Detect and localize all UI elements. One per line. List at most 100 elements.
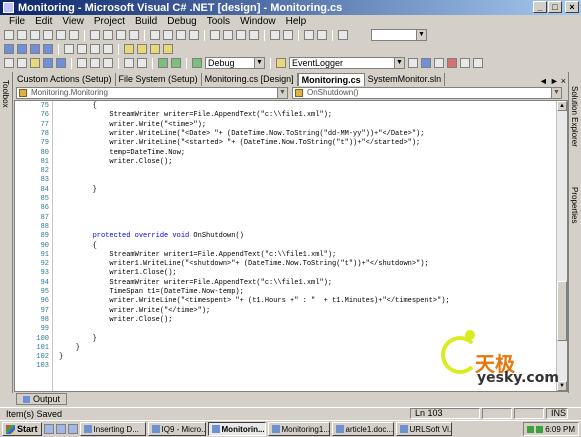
navigate-forward-icon[interactable] xyxy=(171,58,181,68)
toolbox-label[interactable]: Toolbox xyxy=(1,80,10,108)
navigate-back-icon[interactable] xyxy=(158,58,168,68)
menu-view[interactable]: View xyxy=(57,16,89,27)
minimize-button[interactable]: _ xyxy=(533,1,547,13)
menu-project[interactable]: Project xyxy=(89,16,130,27)
tray-network-icon[interactable] xyxy=(527,425,535,433)
code-text[interactable]: writer.Close(); xyxy=(59,316,172,325)
hspace-increase-icon[interactable] xyxy=(163,30,173,40)
code-text[interactable]: } xyxy=(59,186,97,195)
center-horizontal-icon[interactable] xyxy=(270,30,280,40)
code-text[interactable]: { xyxy=(59,242,97,251)
properties-icon[interactable] xyxy=(434,58,444,68)
code-text[interactable]: TimeSpan t1=(DateTime.Now-temp); xyxy=(59,288,243,297)
uncomment-icon[interactable] xyxy=(103,44,113,54)
bookmark-clear-icon[interactable] xyxy=(163,44,173,54)
align-top-icon[interactable] xyxy=(43,30,53,40)
task-article1[interactable]: article1.doc... xyxy=(331,422,394,436)
task-monitoring[interactable]: Monitorin... xyxy=(207,422,266,436)
quick-info-icon[interactable] xyxy=(30,44,40,54)
task-iq9[interactable]: IQ9 - Micro... xyxy=(147,422,206,436)
menu-edit[interactable]: Edit xyxy=(30,16,57,27)
code-text[interactable]: writer.WriteLine("<timespent> "+ (t1.Hou… xyxy=(59,297,449,306)
align-right-icon[interactable] xyxy=(30,30,40,40)
startup-project-select[interactable]: EventLogger ▼ xyxy=(289,57,405,69)
code-text[interactable]: { xyxy=(59,102,97,111)
align-bottom-icon[interactable] xyxy=(69,30,79,40)
menu-help[interactable]: Help xyxy=(281,16,312,27)
tray-volume-icon[interactable] xyxy=(536,425,544,433)
start-debug-icon[interactable] xyxy=(192,58,202,68)
tab-scroll-right-icon[interactable]: ► xyxy=(550,76,559,86)
bookmark-prev-icon[interactable] xyxy=(150,44,160,54)
properties-tab[interactable]: Properties xyxy=(570,187,579,223)
solution-explorer-icon[interactable] xyxy=(421,58,431,68)
code-text[interactable]: } xyxy=(59,344,80,353)
tab-monitoring-design[interactable]: Monitoring.cs [Design] xyxy=(202,73,298,86)
open-file-icon[interactable] xyxy=(30,58,40,68)
hspace-decrease-icon[interactable] xyxy=(176,30,186,40)
tab-close-icon[interactable]: × xyxy=(561,76,566,86)
quicklaunch-outlook-icon[interactable] xyxy=(67,424,78,434)
menu-build[interactable]: Build xyxy=(130,16,162,27)
code-text[interactable]: writer1.Close(); xyxy=(59,269,176,278)
start-button[interactable]: Start xyxy=(2,422,42,436)
output-tab[interactable]: Output xyxy=(16,393,68,405)
code-text[interactable]: } xyxy=(59,353,63,362)
complete-word-icon[interactable] xyxy=(43,44,53,54)
code-text[interactable]: StreamWriter writer=File.AppendText("c:\… xyxy=(59,111,332,120)
chevron-down-icon[interactable]: ▼ xyxy=(254,58,264,68)
hspace-equal-icon[interactable] xyxy=(150,30,160,40)
code-text[interactable]: protected override void OnShutdown() xyxy=(59,232,244,241)
comment-icon[interactable] xyxy=(90,44,100,54)
tab-scroll-left-icon[interactable]: ◄ xyxy=(539,76,548,86)
find-in-files-icon[interactable] xyxy=(408,58,418,68)
code-text[interactable]: temp=DateTime.Now; xyxy=(59,149,185,158)
code-text[interactable]: writer.WriteLine("<started> "+ (DateTime… xyxy=(59,139,420,148)
bookmark-next-icon[interactable] xyxy=(137,44,147,54)
align-left-icon[interactable] xyxy=(4,30,14,40)
menu-window[interactable]: Window xyxy=(235,16,281,27)
grid-icon[interactable] xyxy=(129,30,139,40)
quicklaunch-ie-icon[interactable] xyxy=(43,424,54,434)
save-all-icon[interactable] xyxy=(56,58,66,68)
vspace-equal-icon[interactable] xyxy=(210,30,220,40)
bookmark-toggle-icon[interactable] xyxy=(124,44,134,54)
class-dropdown[interactable]: Monitoring.Monitoring ▼ xyxy=(16,87,288,99)
same-width-icon[interactable] xyxy=(90,30,100,40)
code-text[interactable]: writer.Write("<time>"); xyxy=(59,121,206,130)
tab-monitoring-cs[interactable]: Monitoring.cs xyxy=(297,73,365,86)
center-vertical-icon[interactable] xyxy=(283,30,293,40)
code-text[interactable]: } xyxy=(59,335,97,344)
task-inserting[interactable]: Inserting D... xyxy=(79,422,146,436)
member-list-icon[interactable] xyxy=(4,44,14,54)
code-text[interactable]: writer1.WriteLine("<shutdown>"+ (DateTim… xyxy=(59,260,428,269)
code-text[interactable]: writer.Write("</time>"); xyxy=(59,307,210,316)
member-dropdown[interactable]: OnShutdown() ▼ xyxy=(292,87,562,99)
code-text[interactable]: StreamWriter writer=File.AppendText("c:\… xyxy=(59,279,332,288)
code-text[interactable]: writer.WriteLine("<Date> "+ (DateTime.No… xyxy=(59,130,424,139)
parameter-info-icon[interactable] xyxy=(17,44,27,54)
quicklaunch-desktop-icon[interactable] xyxy=(55,424,66,434)
menu-tools[interactable]: Tools xyxy=(202,16,235,27)
vspace-decrease-icon[interactable] xyxy=(236,30,246,40)
send-back-icon[interactable] xyxy=(317,30,327,40)
solution-explorer-tab[interactable]: Solution Explorer xyxy=(570,86,579,147)
close-button[interactable]: × xyxy=(565,1,579,13)
tab-file-system[interactable]: File System (Setup) xyxy=(116,73,202,86)
menu-debug[interactable]: Debug xyxy=(162,16,201,27)
toolbox-strip[interactable]: Toolbox xyxy=(0,72,13,393)
bring-front-icon[interactable] xyxy=(304,30,314,40)
align-middle-icon[interactable] xyxy=(56,30,66,40)
add-item-icon[interactable] xyxy=(17,58,27,68)
code-text[interactable]: writer.Close(); xyxy=(59,158,172,167)
vspace-increase-icon[interactable] xyxy=(223,30,233,40)
scroll-up-icon[interactable]: ▲ xyxy=(557,101,567,111)
maximize-button[interactable]: □ xyxy=(548,1,562,13)
task-monitoring1[interactable]: Monitoring1... xyxy=(267,422,330,436)
code-text[interactable]: StreamWriter writer1=File.AppendText("c:… xyxy=(59,251,336,260)
redo-icon[interactable] xyxy=(137,58,147,68)
outdent-icon[interactable] xyxy=(77,44,87,54)
chevron-down-icon[interactable]: ▼ xyxy=(277,88,287,98)
undo-icon[interactable] xyxy=(124,58,134,68)
toolbox-icon[interactable] xyxy=(447,58,457,68)
